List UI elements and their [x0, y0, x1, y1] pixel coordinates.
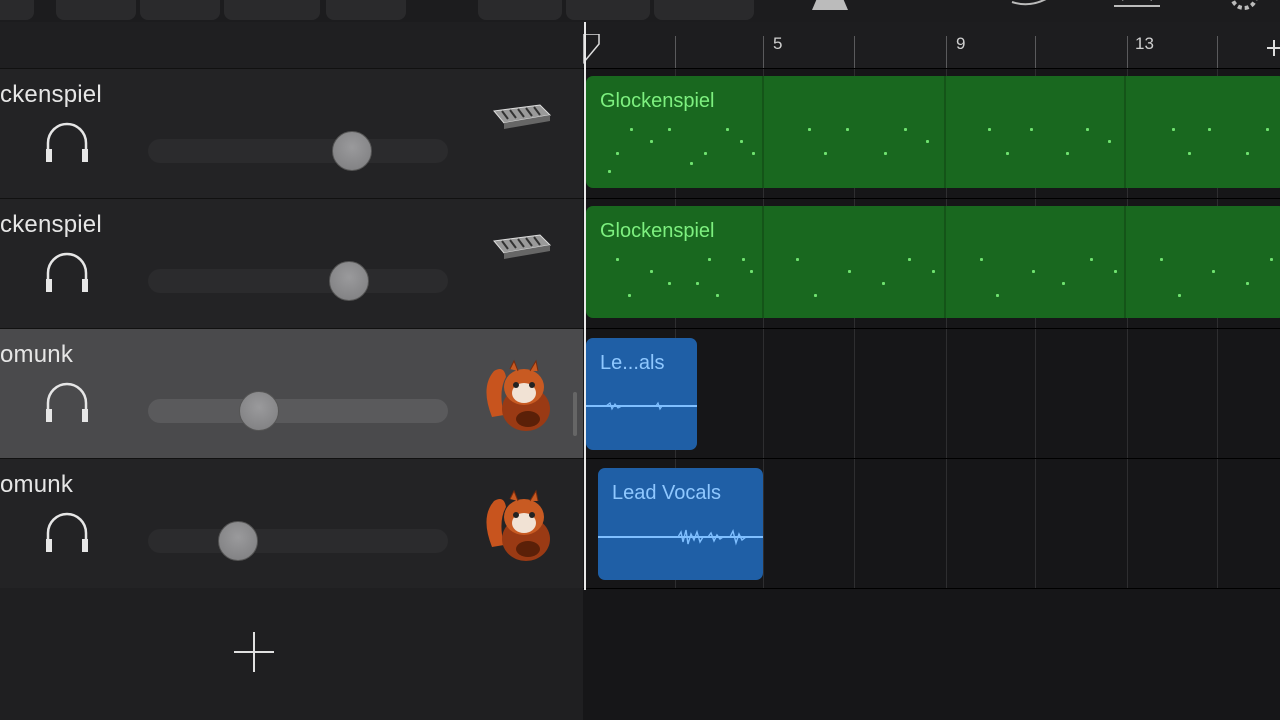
- volume-slider-knob[interactable]: [239, 391, 279, 431]
- ruler-bar-number: 5: [773, 34, 783, 53]
- audio-region-lead-vocals[interactable]: Le...als: [586, 338, 697, 450]
- volume-slider[interactable]: [148, 391, 448, 431]
- volume-slider-knob[interactable]: [218, 521, 258, 561]
- chipmunk-icon: [486, 359, 550, 431]
- track-name: omunk: [0, 341, 74, 368]
- rewind-button[interactable]: [478, 0, 562, 20]
- volume-slider[interactable]: [148, 131, 448, 171]
- record-button[interactable]: [654, 0, 754, 20]
- glockenspiel-icon: [493, 104, 552, 129]
- toolbar-button-left[interactable]: [0, 0, 34, 20]
- ruler-bar-number: 13: [1135, 34, 1154, 53]
- add-track-plus-icon[interactable]: [232, 630, 276, 674]
- glockenspiel-icon: [493, 234, 552, 259]
- chipmunk-icon: [486, 489, 550, 561]
- track-header-glockenspiel-2[interactable]: ckenspiel: [0, 198, 583, 328]
- region-title: Glockenspiel: [600, 220, 715, 242]
- playhead[interactable]: [584, 22, 586, 590]
- waveform: [606, 401, 663, 411]
- fx-button[interactable]: [326, 0, 406, 20]
- settings-gear-icon[interactable]: [1224, 0, 1264, 12]
- region-title: Le...als: [600, 352, 665, 374]
- midi-region-glockenspiel[interactable]: Glockenspiel: [586, 76, 1280, 188]
- ruler-bar-number: 9: [956, 34, 966, 53]
- volume-slider-knob[interactable]: [329, 261, 369, 301]
- scroll-indicator[interactable]: [573, 392, 577, 436]
- volume-slider[interactable]: [148, 521, 448, 561]
- tracks-view-button[interactable]: [140, 0, 220, 20]
- midi-region-glockenspiel[interactable]: Glockenspiel: [586, 206, 1280, 318]
- keyboard-button[interactable]: [224, 0, 320, 20]
- volume-slider-knob[interactable]: [332, 131, 372, 171]
- loop-browser-icon[interactable]: [1010, 0, 1050, 10]
- headphones-monitor-icon[interactable]: [44, 381, 90, 425]
- region-title: Glockenspiel: [600, 90, 715, 112]
- headphones-monitor-icon[interactable]: [44, 251, 90, 295]
- audio-region-lead-vocals[interactable]: Lead Vocals: [598, 468, 763, 580]
- metronome-icon[interactable]: [808, 0, 852, 12]
- track-header-chipmunk-2[interactable]: omunk: [0, 458, 583, 588]
- volume-slider[interactable]: [148, 261, 448, 301]
- top-toolbar: [0, 0, 1280, 22]
- headphones-monitor-icon[interactable]: [44, 121, 90, 165]
- browser-button[interactable]: [56, 0, 136, 20]
- add-section-plus-icon[interactable]: [1267, 40, 1280, 56]
- waveform: [678, 528, 747, 546]
- tempo-icon[interactable]: [1112, 0, 1162, 12]
- track-name: ckenspiel: [0, 211, 102, 238]
- track-header-glockenspiel-1[interactable]: ckenspiel: [0, 68, 583, 198]
- track-header-panel: ckenspiel ckenspiel omunk omunk: [0, 22, 583, 720]
- track-header-chipmunk-1[interactable]: omunk: [0, 328, 583, 458]
- region-title: Lead Vocals: [612, 482, 721, 504]
- headphones-monitor-icon[interactable]: [44, 511, 90, 555]
- track-name: ckenspiel: [0, 81, 102, 108]
- tracks-timeline[interactable]: 5 9 13 Glockenspiel Glockenspiel Le...al…: [583, 22, 1280, 720]
- bar-ruler[interactable]: 5 9 13: [583, 22, 1280, 69]
- track-name: omunk: [0, 471, 74, 498]
- play-button[interactable]: [566, 0, 650, 20]
